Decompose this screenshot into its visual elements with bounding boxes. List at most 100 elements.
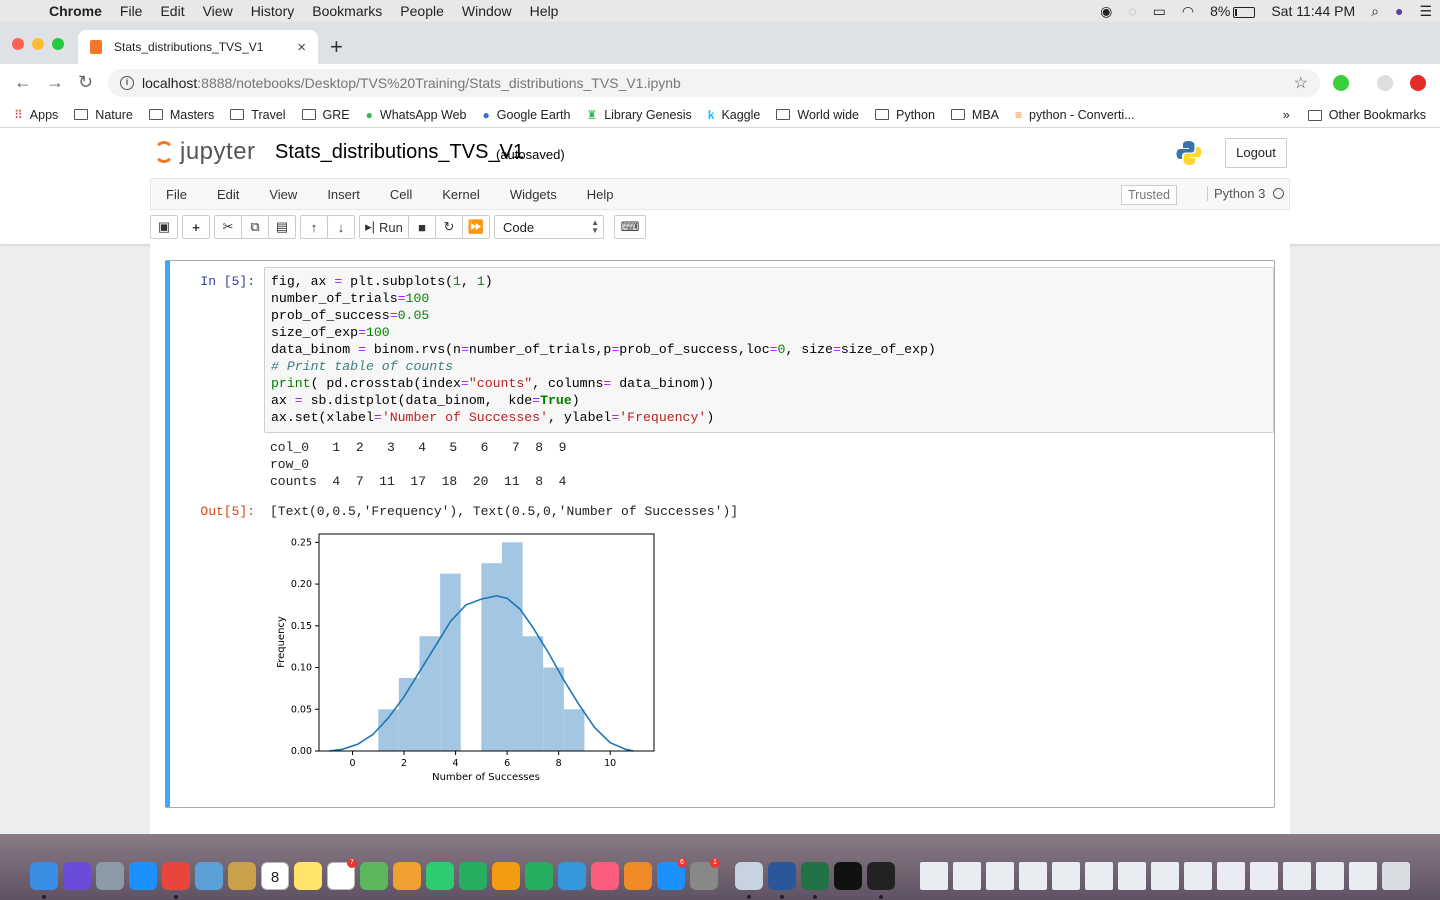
clock[interactable]: Sat 11:44 PM xyxy=(1263,3,1363,19)
notification-center-icon[interactable]: ☰ xyxy=(1411,3,1440,20)
minimized-window-thumbnail[interactable] xyxy=(1283,862,1311,890)
minimized-window-thumbnail[interactable] xyxy=(1316,862,1344,890)
word-icon[interactable] xyxy=(768,862,796,890)
site-info-icon[interactable]: i xyxy=(120,76,134,90)
terminal-icon[interactable] xyxy=(867,862,895,890)
minimized-window-thumbnail[interactable] xyxy=(1349,862,1377,890)
logout-button[interactable]: Logout xyxy=(1225,138,1287,168)
zoom-window-button[interactable] xyxy=(52,38,64,50)
nb-menu-view[interactable]: View xyxy=(254,187,312,202)
siri-icon[interactable] xyxy=(63,862,91,890)
keyboard-icon[interactable]: ⌨ xyxy=(614,215,646,239)
notes-icon[interactable] xyxy=(294,862,322,890)
minimized-window-thumbnail[interactable] xyxy=(953,862,981,890)
bookmark-nature[interactable]: Nature xyxy=(74,108,133,122)
safari-icon[interactable] xyxy=(129,862,157,890)
bookmarks-overflow-icon[interactable]: » xyxy=(1283,108,1290,122)
minimize-window-button[interactable] xyxy=(32,38,44,50)
minimized-window-thumbnail[interactable] xyxy=(1217,862,1245,890)
menu-history[interactable]: History xyxy=(242,3,304,19)
chrome-icon[interactable] xyxy=(162,862,190,890)
notefile-icon[interactable] xyxy=(228,862,256,890)
close-tab-icon[interactable]: × xyxy=(297,39,306,56)
creative-cloud-icon[interactable]: ◉ xyxy=(1092,3,1120,20)
finder-icon[interactable] xyxy=(30,862,58,890)
menu-file[interactable]: File xyxy=(111,3,152,19)
pages-icon[interactable] xyxy=(492,862,520,890)
move-down-icon[interactable]: ↓ xyxy=(327,215,355,239)
menu-app-name[interactable]: Chrome xyxy=(40,3,111,19)
minimized-window-thumbnail[interactable] xyxy=(1118,862,1146,890)
siri-menu-icon[interactable]: ● xyxy=(1387,3,1411,19)
cell-type-select[interactable]: Code ▲ ▼ xyxy=(494,215,604,239)
cut-icon[interactable]: ✂ xyxy=(214,215,242,239)
minimized-window-thumbnail[interactable] xyxy=(1151,862,1179,890)
address-bar[interactable]: i localhost:8888/notebooks/Desktop/TVS%2… xyxy=(108,69,1320,97)
spotlight-search-icon[interactable]: ⌕ xyxy=(1363,3,1387,20)
run-button[interactable]: ▸| Run xyxy=(359,215,409,239)
restart-run-all-icon[interactable]: ⏩ xyxy=(462,215,490,239)
bookmark-masters[interactable]: Masters xyxy=(148,108,214,122)
notebook-name[interactable]: Stats_distributions_TVS_V1 xyxy=(275,141,524,164)
nb-menu-help[interactable]: Help xyxy=(572,187,629,202)
bookmark-other[interactable]: Other Bookmarks xyxy=(1307,108,1426,122)
nb-menu-widgets[interactable]: Widgets xyxy=(495,187,572,202)
bookmark-library-genesis[interactable]: ♜ Library Genesis xyxy=(586,108,691,122)
messages-icon[interactable] xyxy=(426,862,454,890)
move-up-icon[interactable]: ↑ xyxy=(300,215,328,239)
airplay-icon[interactable]: ▭ xyxy=(1145,3,1174,20)
excel-icon[interactable] xyxy=(801,862,829,890)
bookmark-star-icon[interactable]: ☆ xyxy=(1294,73,1308,93)
minimized-window-thumbnail[interactable] xyxy=(1184,862,1212,890)
kernel-indicator[interactable]: Python 3 xyxy=(1207,186,1285,201)
bookmark-google-earth[interactable]: ● Google Earth xyxy=(483,108,571,122)
code-editor[interactable]: fig, ax = plt.subplots(1, 1) number_of_t… xyxy=(264,267,1274,433)
close-window-button[interactable] xyxy=(12,38,24,50)
nb-menu-cell[interactable]: Cell xyxy=(375,187,427,202)
menu-help[interactable]: Help xyxy=(521,3,568,19)
launchpad-icon[interactable] xyxy=(96,862,124,890)
menu-bookmarks[interactable]: Bookmarks xyxy=(303,3,391,19)
back-icon[interactable]: ← xyxy=(14,72,32,93)
trusted-indicator[interactable]: Trusted xyxy=(1121,185,1177,205)
calendar-icon[interactable]: 8 xyxy=(261,862,289,890)
jupyter-logo[interactable]: jupyter xyxy=(154,138,256,166)
bookmark-kaggle[interactable]: k Kaggle xyxy=(708,108,761,122)
menu-view[interactable]: View xyxy=(194,3,242,19)
restart-icon[interactable]: ↻ xyxy=(435,215,463,239)
nb-menu-edit[interactable]: Edit xyxy=(202,187,254,202)
nb-menu-kernel[interactable]: Kernel xyxy=(427,187,495,202)
bookmark-python[interactable]: Python xyxy=(874,108,935,122)
bookmark-whatsapp[interactable]: ● WhatsApp Web xyxy=(366,108,467,122)
code-cell[interactable]: In [5]: fig, ax = plt.subplots(1, 1) num… xyxy=(165,260,1275,808)
save-icon[interactable]: ▣ xyxy=(150,215,178,239)
maps-icon[interactable] xyxy=(360,862,388,890)
forward-icon[interactable]: → xyxy=(46,72,64,93)
keynote-icon[interactable] xyxy=(558,862,586,890)
numbers-icon[interactable] xyxy=(525,862,553,890)
interrupt-icon[interactable]: ■ xyxy=(408,215,436,239)
menu-window[interactable]: Window xyxy=(453,3,521,19)
extension-ghost-icon[interactable] xyxy=(1377,75,1393,91)
bookmark-travel[interactable]: Travel xyxy=(230,108,286,122)
paste-icon[interactable]: ▤ xyxy=(268,215,296,239)
minimized-window-thumbnail[interactable] xyxy=(1052,862,1080,890)
minimized-window-thumbnail[interactable] xyxy=(1250,862,1278,890)
new-tab-icon[interactable]: + xyxy=(330,34,343,60)
minimized-window-thumbnail[interactable] xyxy=(920,862,948,890)
bookmark-python-convert[interactable]: ≡ python - Converti... xyxy=(1015,108,1135,122)
bookmark-gre[interactable]: GRE xyxy=(301,108,350,122)
nb-menu-file[interactable]: File xyxy=(151,187,202,202)
copy-icon[interactable]: ⧉ xyxy=(241,215,269,239)
photos-icon[interactable] xyxy=(393,862,421,890)
extension-red-icon[interactable] xyxy=(1410,75,1426,91)
bookmark-world-wide[interactable]: World wide xyxy=(776,108,859,122)
preview-icon[interactable] xyxy=(195,862,223,890)
menu-people[interactable]: People xyxy=(391,3,453,19)
mail-icon[interactable] xyxy=(735,862,763,890)
wifi-icon[interactable]: ◠ xyxy=(1174,3,1202,20)
insert-cell-icon[interactable]: + xyxy=(182,215,210,239)
facetime-icon[interactable] xyxy=(459,862,487,890)
menu-edit[interactable]: Edit xyxy=(151,3,193,19)
nb-menu-insert[interactable]: Insert xyxy=(312,187,375,202)
